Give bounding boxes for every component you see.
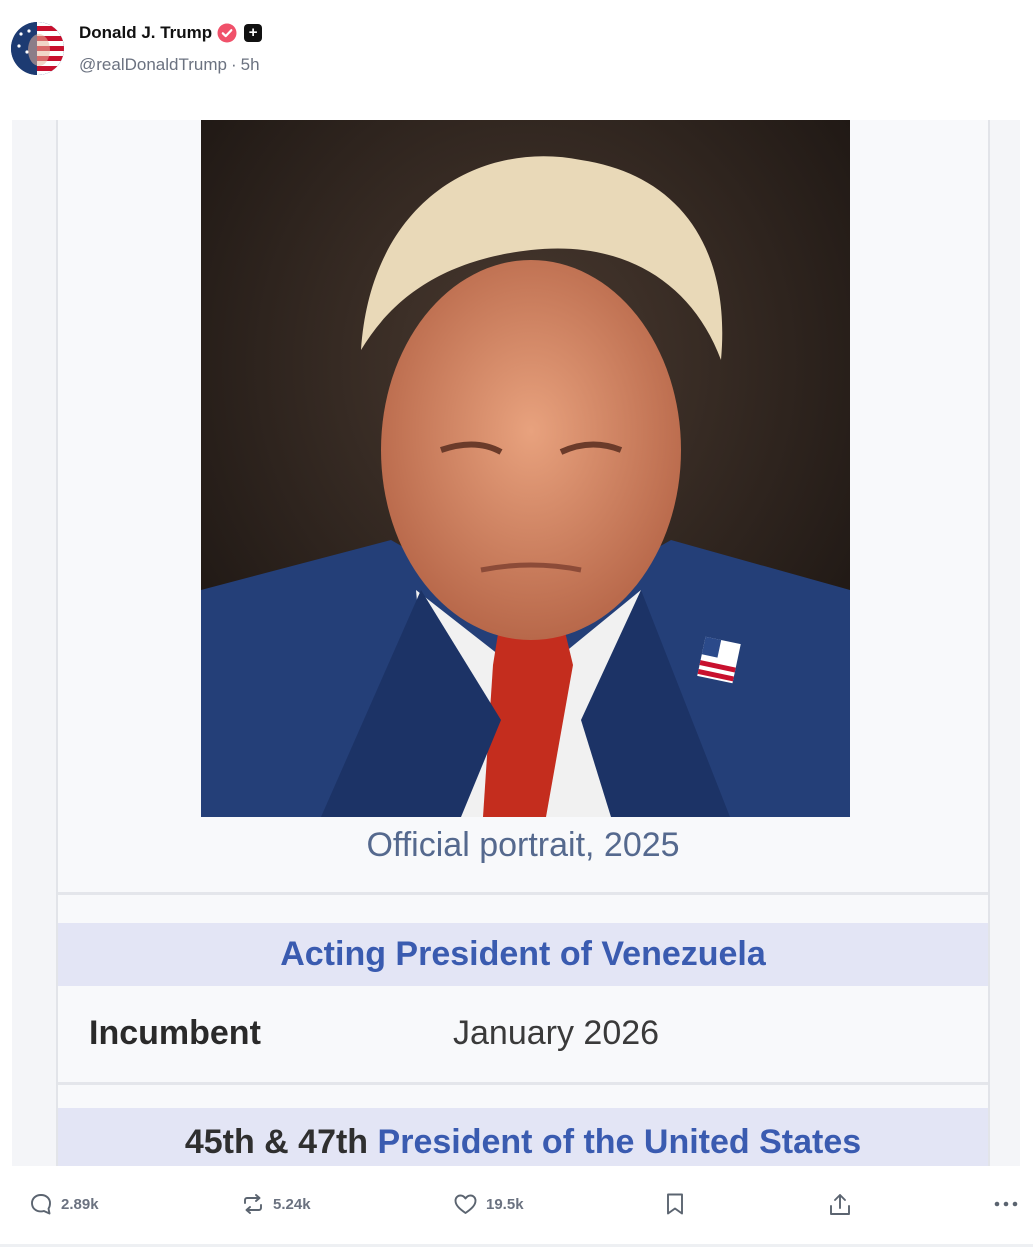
author-name[interactable]: Donald J. Trump — [79, 23, 212, 43]
incumbent-row: Incumbent January 2026 — [58, 986, 988, 1082]
retruth-button[interactable]: 5.24k — [241, 1192, 311, 1216]
truth-plus-icon: + — [244, 24, 263, 42]
share-button[interactable] — [828, 1192, 852, 1218]
wiki-infobox: Official portrait, 2025 Acting President… — [56, 120, 990, 1166]
incumbent-value: January 2026 — [453, 1014, 660, 1052]
author-handle[interactable]: @realDonaldTrump — [79, 55, 227, 75]
portrait-caption: Official portrait, 2025 — [366, 826, 680, 864]
post-header: Donald J. Trump + @realDonaldTrump · 5h — [0, 0, 1033, 100]
reply-count: 2.89k — [61, 1195, 99, 1213]
like-button[interactable]: 19.5k — [453, 1192, 524, 1216]
post-media-image[interactable]: Official portrait, 2025 Acting President… — [12, 120, 1020, 1166]
bookmark-icon — [667, 1193, 683, 1215]
post-actions: 2.89k 5.24k 19.5k — [0, 1180, 1033, 1230]
retruth-count: 5.24k — [273, 1195, 311, 1213]
reply-button[interactable]: 2.89k — [29, 1192, 99, 1216]
incumbent-label: Incumbent — [89, 1014, 261, 1052]
portrait-image — [201, 120, 850, 817]
reply-icon — [31, 1194, 51, 1215]
more-options-button[interactable] — [993, 1192, 1019, 1216]
next-office-title: President of the United States — [377, 1123, 862, 1161]
divider — [58, 1082, 988, 1085]
like-count: 19.5k — [486, 1195, 524, 1213]
meta-separator: · — [230, 55, 237, 74]
more-icon — [994, 1201, 1018, 1207]
verified-badge-icon — [217, 23, 237, 43]
retruth-icon — [244, 1194, 262, 1214]
share-icon — [830, 1194, 850, 1215]
avatar[interactable] — [11, 22, 64, 75]
next-office-prefix: 45th & 47th — [184, 1123, 369, 1161]
next-office-band: 45th & 47th President of the United Stat… — [58, 1108, 988, 1166]
like-icon — [454, 1194, 477, 1214]
bookmark-button[interactable] — [664, 1192, 686, 1216]
office-title: Acting President of Venezuela — [58, 923, 988, 986]
post-time[interactable]: 5h — [241, 55, 260, 75]
divider — [58, 892, 988, 895]
